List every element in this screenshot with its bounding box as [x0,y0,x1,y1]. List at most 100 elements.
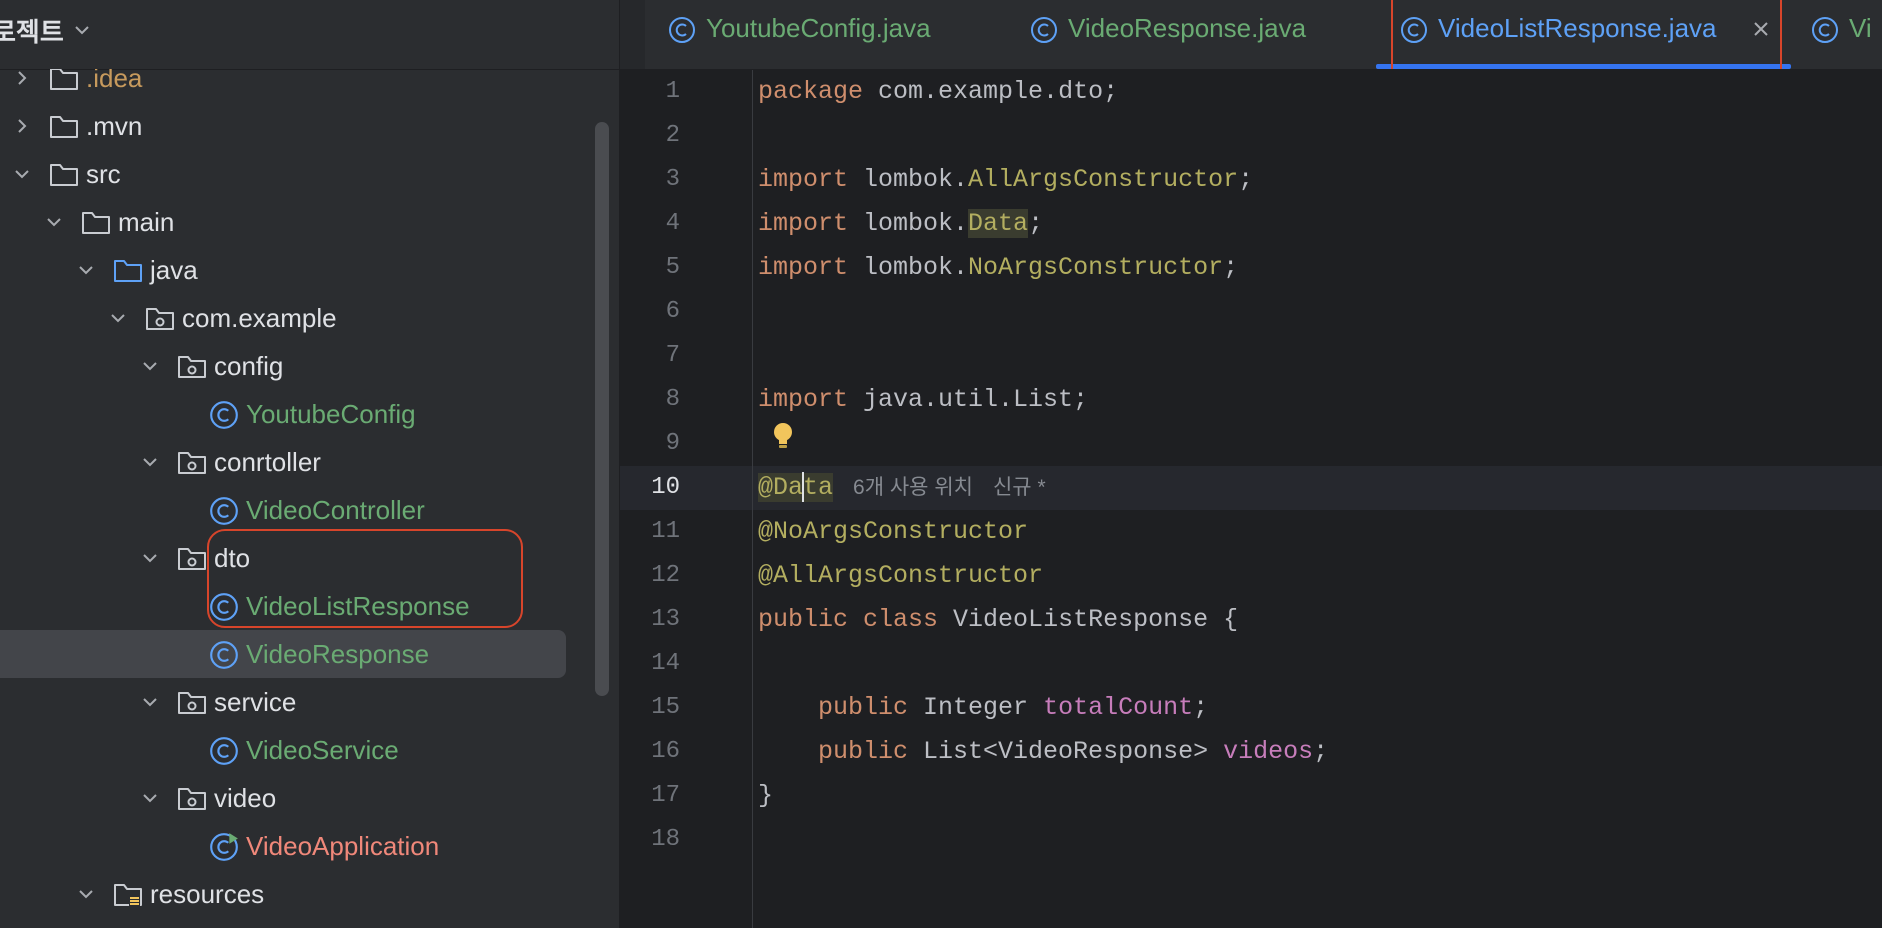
class-icon [667,15,697,45]
tree-item-label: VideoService [246,735,399,765]
tree-item-label: VideoResponse [246,639,430,669]
tree-item[interactable]: VideoResponse [0,630,600,678]
line-number[interactable]: 9 [620,422,680,466]
package-icon [176,687,208,717]
project-panel-header: 로젝트 [0,0,619,70]
tree-item[interactable]: VideoService [0,726,600,774]
line-number[interactable]: 18 [620,818,680,862]
code-line-13: public class VideoListResponse { [758,605,1239,634]
package-icon [144,303,176,333]
new-hint: 신규 * [992,476,1046,499]
project-panel-title[interactable]: 로젝트 [0,12,64,49]
code-line-10: @Data 6개 사용 위치 신규 * [758,472,1046,503]
tree-scrollbar[interactable] [595,122,609,696]
tree-item[interactable]: service [0,678,600,726]
tree-item-label: video [214,783,277,813]
folder-icon [48,159,80,189]
code-line-12: @AllArgsConstructor [758,561,1044,590]
folder-icon [48,69,80,93]
tree-item[interactable]: .mvn [0,102,600,150]
line-number[interactable]: 17 [620,774,680,818]
line-number[interactable]: 14 [620,642,680,686]
code-line-3: import lombok.AllArgsConstructor; [758,165,1254,194]
spring-app-class-icon [208,831,240,861]
line-number[interactable]: 13 [620,598,680,642]
chevron-down-icon[interactable] [138,786,162,810]
tree-item-label: src [86,159,121,189]
class-icon [208,495,240,525]
editor-tab-label: VideoResponse.java [1068,13,1307,43]
line-number[interactable]: 16 [620,730,680,774]
tree-item[interactable]: VideoApplication [0,822,600,870]
tree-item-label: conrtoller [214,447,321,477]
chevron-down-icon[interactable] [42,210,66,234]
tree-item-label: .idea [86,69,143,93]
resources-folder-icon [112,879,144,909]
chevron-down-icon[interactable] [106,306,130,330]
chevron-down-icon[interactable] [138,690,162,714]
code-line-17: } [758,781,774,810]
code-line-11: @NoArgsConstructor [758,517,1029,546]
tree-item[interactable]: config [0,342,600,390]
code-line-8: import java.util.List; [758,385,1089,414]
tree-item-label: VideoApplication [246,831,440,861]
line-number[interactable]: 2 [620,114,680,158]
editor-tab-label: Vi [1849,13,1872,43]
chevron-right-icon[interactable] [10,114,34,138]
code-line-16: public List<VideoResponse> videos; [818,737,1329,766]
usages-hint[interactable]: 6개 사용 위치 [853,476,973,499]
chevron-down-icon[interactable] [138,546,162,570]
line-number[interactable]: 3 [620,158,680,202]
line-number[interactable]: 12 [620,554,680,598]
tree-item[interactable]: com.example [0,294,600,342]
chevron-down-icon[interactable] [138,450,162,474]
line-number[interactable]: 7 [620,334,680,378]
tree-item[interactable]: video [0,774,600,822]
tree-item[interactable]: conrtoller [0,438,600,486]
line-number[interactable]: 4 [620,202,680,246]
class-icon [1029,15,1059,45]
line-number[interactable]: 5 [620,246,680,290]
chevron-down-icon[interactable] [10,162,34,186]
tree-item[interactable]: .idea [0,69,600,102]
editor-tab[interactable]: Vi [1810,0,1882,69]
annotation-highlight-dto [207,529,523,628]
line-number[interactable]: 1 [620,70,680,114]
editor-tab-label: YoutubeConfig.java [706,13,931,43]
code-line-15: public Integer totalCount; [818,693,1209,722]
tree-item[interactable]: resources [0,870,600,918]
chevron-down-icon[interactable] [138,354,162,378]
editor-tab[interactable]: VideoResponse.java [1029,0,1359,69]
project-panel: 로젝트 .idea .mvn src main java com.example confi… [0,0,620,928]
chevron-down-icon[interactable] [74,258,98,282]
tree-item-label: YoutubeConfig [246,399,416,429]
tree-item[interactable]: main [0,198,600,246]
chevron-down-icon[interactable] [70,18,94,42]
tree-item[interactable]: VideoController [0,486,600,534]
line-number[interactable]: 10 [620,466,680,510]
package-icon [176,447,208,477]
tree-item-label: main [118,207,175,237]
tree-item-label: resources [150,879,265,909]
class-icon [208,735,240,765]
folder-icon [48,111,80,141]
class-icon [208,399,240,429]
line-number[interactable]: 15 [620,686,680,730]
tree-item-label: VideoController [246,495,425,525]
tree-item[interactable]: java [0,246,600,294]
editor-tab[interactable]: YoutubeConfig.java [667,0,967,69]
package-icon [176,351,208,381]
class-icon [1810,15,1840,45]
line-number[interactable]: 8 [620,378,680,422]
line-number[interactable]: 6 [620,290,680,334]
chevron-down-icon[interactable] [74,882,98,906]
chevron-right-icon[interactable] [10,69,34,90]
code-line-1: package com.example.dto; [758,77,1119,106]
line-number[interactable]: 11 [620,510,680,554]
tree-item[interactable]: src [0,150,600,198]
tree-item[interactable]: YoutubeConfig [0,390,600,438]
code-line-4: import lombok.Data; [758,209,1044,238]
lightbulb-icon[interactable] [770,420,796,452]
line-number-gutter[interactable]: 1 2 3 4 5 6 7 8 9 10 11 12 13 14 15 16 17 18 [620,70,753,928]
tree-item-label: config [214,351,284,381]
